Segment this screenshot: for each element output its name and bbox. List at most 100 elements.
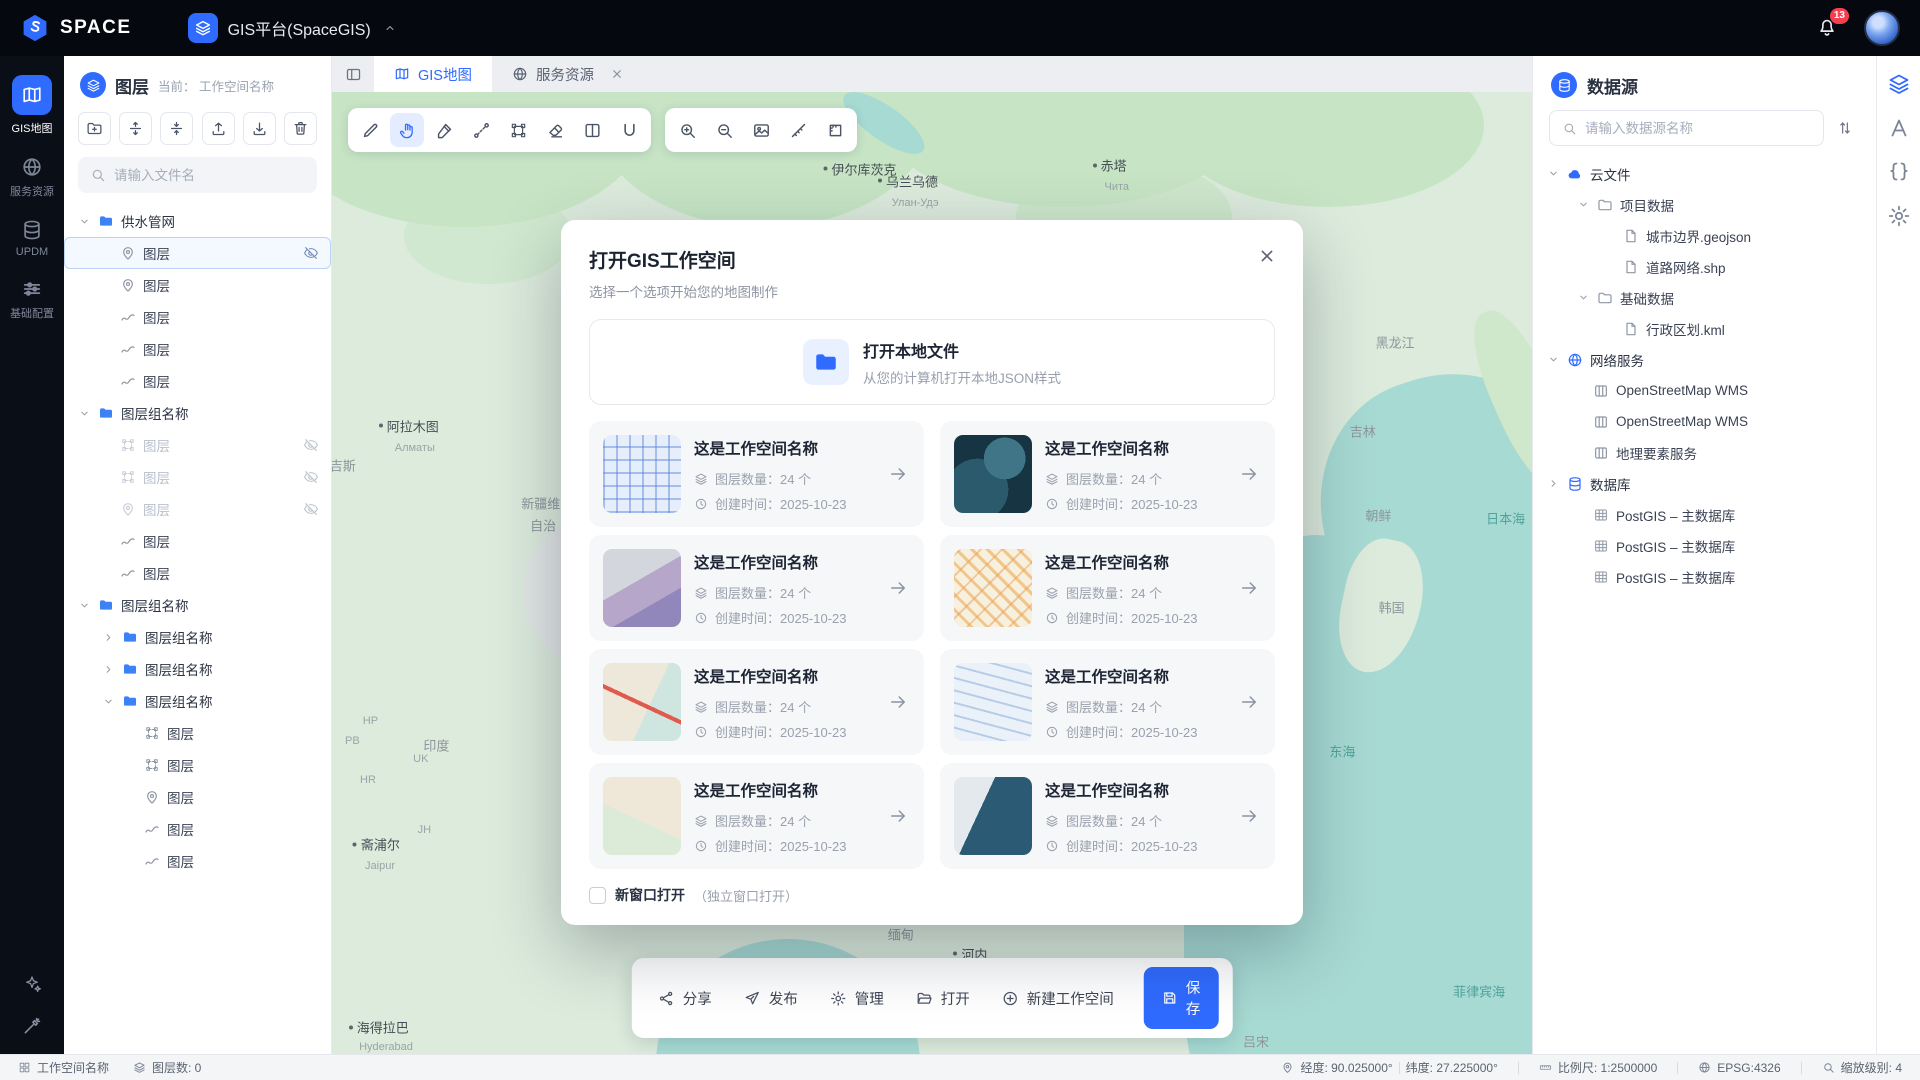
layers-search-input[interactable] [114, 168, 305, 183]
workspace-card[interactable]: 这是工作空间名称 图层数量：24 个 创建时间：2025-10-23 [940, 649, 1275, 755]
rail-item-base-config[interactable]: 基础配置 [2, 269, 62, 330]
marker-tool[interactable] [427, 113, 461, 147]
layer-group-row[interactable]: 供水管网 [64, 205, 331, 237]
merge-tool[interactable] [612, 113, 646, 147]
open-workspace-arrow[interactable] [888, 806, 908, 826]
share-button[interactable]: 分享 [658, 988, 712, 1009]
datasource-search-input[interactable] [1585, 121, 1811, 136]
vertex-edit-tool[interactable] [501, 113, 535, 147]
map-canvas[interactable]: 伊尔库茨克乌兰乌德Улан-Удэ赤塔Чита黑龙江吉林朝鲜韩国日本海东海菲律宾… [332, 92, 1532, 1054]
close-dialog-button[interactable] [1257, 246, 1277, 266]
chevron-right-icon[interactable] [1547, 477, 1560, 490]
eye-off-icon[interactable] [303, 469, 319, 485]
chevron-right-icon[interactable] [102, 663, 115, 676]
datasource-folder-row[interactable]: 基础数据 [1533, 282, 1876, 313]
open-button[interactable]: 打开 [916, 988, 970, 1009]
datasource-folder-row[interactable]: 项目数据 [1533, 189, 1876, 220]
datasource-file-row[interactable]: 城市边界.geojson [1533, 220, 1876, 251]
layer-row[interactable]: 图层 [64, 557, 331, 589]
chevron-down-icon[interactable] [1577, 291, 1590, 304]
datasource-table-row[interactable]: PostGIS – 主数据库 [1533, 499, 1876, 530]
tab-service-resources[interactable]: 服务资源 [492, 56, 644, 92]
layer-row[interactable]: 图层 [64, 301, 331, 333]
layer-row[interactable]: 图层 [64, 717, 331, 749]
datasource-file-row[interactable]: 行政区划.kml [1533, 313, 1876, 344]
layer-row[interactable]: 图层 [64, 781, 331, 813]
layer-row[interactable]: 图层 [64, 237, 331, 269]
eye-off-icon[interactable] [303, 437, 319, 453]
layer-row[interactable]: 图层 [64, 845, 331, 877]
datasource-table-row[interactable]: PostGIS – 主数据库 [1533, 530, 1876, 561]
import-button[interactable] [202, 112, 235, 145]
chevron-down-icon[interactable] [78, 215, 91, 228]
open-workspace-arrow[interactable] [888, 464, 908, 484]
layer-row[interactable]: 图层 [64, 813, 331, 845]
layer-group-row[interactable]: 图层组名称 [64, 685, 331, 717]
layer-row[interactable]: 图层 [64, 365, 331, 397]
expand-all-button[interactable] [119, 112, 152, 145]
datasource-root-row[interactable]: 数据库 [1533, 468, 1876, 499]
chevron-down-icon[interactable] [1577, 198, 1590, 211]
zoom-out-tool[interactable] [707, 113, 741, 147]
layer-group-row[interactable]: 图层组名称 [64, 653, 331, 685]
export-button[interactable] [243, 112, 276, 145]
open-workspace-arrow[interactable] [1239, 692, 1259, 712]
layer-group-row[interactable]: 图层组名称 [64, 589, 331, 621]
split-tool[interactable] [575, 113, 609, 147]
datasource-file-row[interactable]: 道路网络.shp [1533, 251, 1876, 282]
workspace-card[interactable]: 这是工作空间名称 图层数量：24 个 创建时间：2025-10-23 [589, 649, 924, 755]
workspace-card[interactable]: 这是工作空间名称 图层数量：24 个 创建时间：2025-10-23 [940, 535, 1275, 641]
delete-button[interactable] [284, 112, 317, 145]
layer-row[interactable]: 图层 [64, 333, 331, 365]
chevron-down-icon[interactable] [102, 695, 115, 708]
new-window-checkbox[interactable] [589, 887, 606, 904]
pencil-tool[interactable] [353, 113, 387, 147]
close-tab-icon[interactable] [610, 67, 624, 81]
workspace-switcher[interactable]: GIS平台(SpaceGIS) [188, 13, 397, 43]
publish-button[interactable]: 发布 [744, 988, 798, 1009]
eraser-tool[interactable] [538, 113, 572, 147]
datasource-service-row[interactable]: 地理要素服务 [1533, 437, 1876, 468]
datasource-search[interactable] [1549, 110, 1824, 146]
layer-row[interactable]: 图层 [64, 749, 331, 781]
measure-area-tool[interactable] [818, 113, 852, 147]
snapshot-tool[interactable] [744, 113, 778, 147]
avatar[interactable] [1864, 10, 1900, 46]
rail-item-gis-map[interactable]: GIS地图 [2, 66, 62, 145]
panel-toggle-button[interactable] [332, 56, 374, 92]
add-group-button[interactable] [78, 112, 111, 145]
datasource-service-row[interactable]: OpenStreetMap WMS [1533, 406, 1876, 437]
datasource-root-row[interactable]: 网络服务 [1533, 344, 1876, 375]
tab-gis-map[interactable]: GIS地图 [374, 56, 492, 92]
layers-panel-button[interactable] [1887, 72, 1911, 96]
save-button[interactable]: 保存 [1144, 967, 1219, 1029]
settings-panel-button[interactable] [1887, 204, 1911, 228]
layer-row[interactable]: 图层 [64, 525, 331, 557]
layer-row[interactable]: 图层 [64, 429, 331, 461]
workspace-card[interactable]: 这是工作空间名称 图层数量：24 个 创建时间：2025-10-23 [589, 535, 924, 641]
chevron-right-icon[interactable] [102, 631, 115, 644]
notifications-button[interactable]: 13 [1816, 16, 1838, 41]
chevron-down-icon[interactable] [78, 599, 91, 612]
status-epsg[interactable]: EPSG:4326 [1698, 1061, 1780, 1075]
eye-off-icon[interactable] [303, 245, 319, 261]
layer-group-row[interactable]: 图层组名称 [64, 621, 331, 653]
layers-search[interactable] [78, 157, 317, 193]
datasource-root-row[interactable]: 云文件 [1533, 158, 1876, 189]
select-tool[interactable] [390, 113, 424, 147]
workspace-card[interactable]: 这是工作空间名称 图层数量：24 个 创建时间：2025-10-23 [589, 763, 924, 869]
workspace-card[interactable]: 这是工作空间名称 图层数量：24 个 创建时间：2025-10-23 [940, 763, 1275, 869]
open-workspace-arrow[interactable] [888, 578, 908, 598]
workspace-card[interactable]: 这是工作空间名称 图层数量：24 个 创建时间：2025-10-23 [589, 421, 924, 527]
route-tool[interactable] [464, 113, 498, 147]
datasource-service-row[interactable]: OpenStreetMap WMS [1533, 375, 1876, 406]
datasource-table-row[interactable]: PostGIS – 主数据库 [1533, 561, 1876, 592]
collapse-all-button[interactable] [160, 112, 193, 145]
rail-item-service-resources[interactable]: 服务资源 [2, 147, 62, 208]
style-code-panel-button[interactable] [1887, 160, 1911, 184]
labels-panel-button[interactable] [1887, 116, 1911, 140]
layer-group-row[interactable]: 图层组名称 [64, 397, 331, 429]
chevron-down-icon[interactable] [1547, 167, 1560, 180]
manage-button[interactable]: 管理 [830, 988, 884, 1009]
open-workspace-arrow[interactable] [1239, 806, 1259, 826]
